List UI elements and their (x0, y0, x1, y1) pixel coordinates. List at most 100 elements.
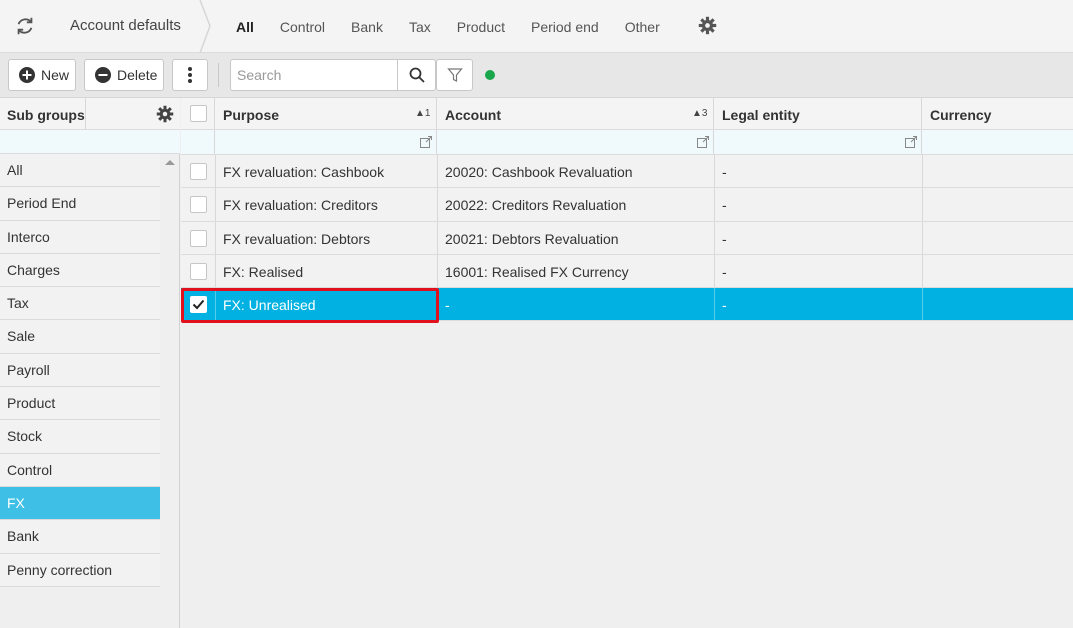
legal-entity-cell: - (722, 164, 727, 180)
column-label-purpose: Purpose (223, 107, 280, 123)
subgroup-item-sale[interactable]: Sale (0, 320, 160, 354)
purpose-cell: FX revaluation: Cashbook (223, 164, 385, 180)
tab-control[interactable]: Control (280, 19, 325, 35)
top-bar: Account defaults All Control Bank Tax Pr… (0, 0, 1073, 53)
subgroup-item-tax[interactable]: Tax (0, 287, 160, 321)
subgroup-item-control[interactable]: Control (0, 453, 160, 487)
column-header-legal-entity[interactable]: Legal entity (714, 98, 922, 129)
row-checkbox[interactable] (190, 229, 207, 247)
filter-button[interactable] (436, 59, 473, 91)
more-options-button[interactable] (172, 59, 208, 91)
row-checkbox[interactable] (190, 262, 207, 280)
row-checkbox[interactable] (190, 163, 207, 180)
purpose-cell: FX revaluation: Debtors (223, 230, 371, 247)
sub-groups-header: Sub groups (0, 98, 180, 130)
sub-groups-panel: Sub groups All Period End Interco Charge… (0, 98, 180, 628)
sub-groups-filter-row[interactable] (0, 130, 180, 154)
filter-cell-legal-entity[interactable] (714, 130, 922, 154)
toolbar-divider (218, 63, 219, 87)
new-button[interactable]: New (8, 59, 76, 91)
filter-cell-currency[interactable] (922, 130, 1073, 154)
external-link-icon[interactable] (905, 136, 917, 148)
column-header-currency[interactable]: Currency (922, 98, 1073, 129)
column-header-account[interactable]: Account ▲3 (437, 98, 714, 129)
row-checkbox[interactable] (190, 196, 207, 214)
legal-entity-cell: - (722, 297, 727, 314)
subgroup-item-payroll[interactable]: Payroll (0, 353, 160, 388)
tab-tax[interactable]: Tax (409, 19, 431, 35)
vertical-ellipsis-icon (188, 67, 192, 83)
checkmark-icon (192, 300, 205, 310)
grid-header: Purpose ▲1 Account ▲3 Legal entity Curre… (181, 98, 1073, 130)
minus-circle-icon (95, 67, 111, 83)
gear-icon[interactable] (156, 105, 174, 123)
subgroup-item-penny-correction[interactable]: Penny correction (0, 553, 160, 587)
subgroup-item-stock[interactable]: Stock (0, 420, 160, 454)
column-divider[interactable] (85, 98, 86, 130)
purpose-cell: FX: Unrealised (223, 297, 316, 314)
legal-entity-cell: - (722, 263, 727, 280)
subgroup-item-fx[interactable]: FX (0, 486, 160, 521)
column-label-currency: Currency (930, 107, 992, 123)
account-cell: 20020: Cashbook Revaluation (445, 164, 633, 180)
sort-indicator-purpose: ▲1 (415, 108, 431, 119)
row-checkbox-checked[interactable] (190, 296, 207, 314)
sub-groups-list: All Period End Interco Charges Tax Sale … (0, 154, 160, 587)
legal-entity-cell: - (722, 197, 727, 214)
subgroup-item-bank[interactable]: Bank (0, 520, 160, 554)
search-input[interactable] (230, 59, 398, 91)
subgroup-item-all[interactable]: All (0, 154, 160, 188)
filter-cell-select (181, 130, 215, 154)
account-cell: 20021: Debtors Revaluation (445, 230, 619, 247)
tab-bank[interactable]: Bank (351, 19, 383, 35)
table-row-selected[interactable]: FX: Unrealised - - (181, 288, 1073, 322)
subgroup-item-product[interactable]: Product (0, 387, 160, 421)
sub-groups-scrollbar[interactable] (160, 154, 180, 628)
grid-filter-row (181, 130, 1073, 155)
status-indicator (485, 70, 495, 80)
select-all-checkbox[interactable] (190, 105, 207, 122)
table-row[interactable]: FX revaluation: Debtors 20021: Debtors R… (181, 221, 1073, 255)
tab-period-end[interactable]: Period end (531, 19, 599, 35)
account-defaults-grid: Purpose ▲1 Account ▲3 Legal entity Curre… (181, 98, 1073, 628)
gear-icon[interactable] (698, 16, 717, 35)
breadcrumb-separator-icon (199, 0, 211, 53)
category-tabs: All Control Bank Tax Product Period end … (236, 0, 686, 53)
column-label-account: Account (445, 107, 501, 123)
account-cell: - (445, 297, 450, 314)
external-link-icon[interactable] (420, 136, 432, 148)
subgroup-item-charges[interactable]: Charges (0, 253, 160, 288)
scroll-up-icon[interactable] (165, 160, 175, 165)
filter-cell-account[interactable] (437, 130, 714, 154)
search-icon (409, 67, 425, 83)
tab-all[interactable]: All (236, 19, 254, 35)
account-cell: 16001: Realised FX Currency (445, 263, 629, 280)
column-label-legal-entity: Legal entity (722, 107, 800, 123)
sub-groups-title: Sub groups (7, 107, 85, 123)
new-button-label: New (41, 67, 70, 83)
search-button[interactable] (397, 59, 436, 91)
table-row[interactable]: FX revaluation: Cashbook 20020: Cashbook… (181, 155, 1073, 189)
filter-icon (446, 68, 463, 82)
table-row[interactable]: FX: Realised 16001: Realised FX Currency… (181, 254, 1073, 289)
sort-indicator-account: ▲3 (692, 108, 708, 119)
table-row[interactable]: FX revaluation: Creditors 20022: Credito… (181, 188, 1073, 222)
select-all-header (181, 98, 215, 129)
delete-button[interactable]: Delete (84, 59, 164, 91)
purpose-cell: FX revaluation: Creditors (223, 197, 378, 214)
subgroup-item-interco[interactable]: Interco (0, 220, 160, 254)
subgroup-item-period-end[interactable]: Period End (0, 187, 160, 221)
filter-cell-purpose[interactable] (215, 130, 437, 154)
purpose-cell: FX: Realised (223, 263, 304, 280)
tab-product[interactable]: Product (457, 19, 505, 35)
legal-entity-cell: - (722, 230, 727, 247)
refresh-icon[interactable] (14, 15, 36, 37)
delete-button-label: Delete (117, 67, 158, 83)
toolbar: New Delete (0, 53, 1073, 98)
account-cell: 20022: Creditors Revaluation (445, 197, 627, 214)
tab-other[interactable]: Other (625, 19, 660, 35)
page-title: Account defaults (70, 17, 181, 34)
external-link-icon[interactable] (697, 136, 709, 148)
plus-circle-icon (19, 67, 35, 83)
column-header-purpose[interactable]: Purpose ▲1 (215, 98, 437, 129)
